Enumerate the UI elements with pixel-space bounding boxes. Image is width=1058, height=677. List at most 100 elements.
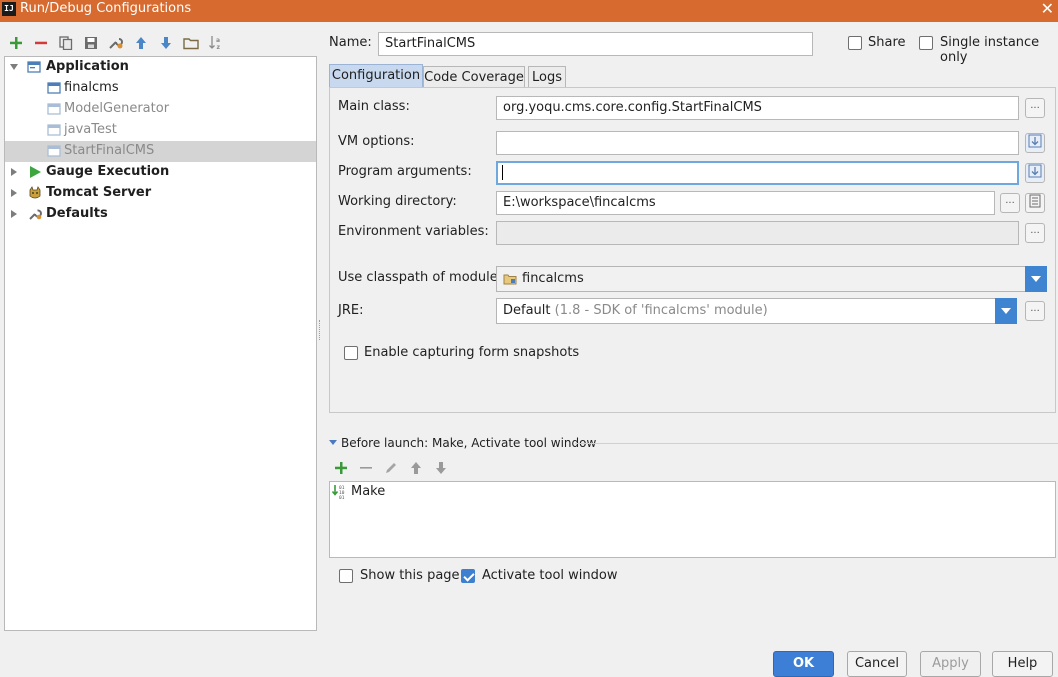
before-launch-title[interactable]: Before launch: Make, Activate tool windo… [341,436,596,450]
tree-item-defaults[interactable]: Defaults [5,204,316,225]
before-launch-list[interactable]: 01 10 01 Make [329,481,1056,558]
add-icon[interactable] [7,34,25,52]
close-window-button[interactable]: ✕ [1041,0,1054,18]
app-config-icon [47,145,61,157]
activate-tool-window-label: Activate tool window [482,568,618,583]
main-class-input[interactable]: org.yoqu.cms.core.config.StartFinalCMS [496,96,1019,120]
jre-label: JRE: [338,303,364,318]
app-config-icon [47,82,61,94]
expand-right-icon[interactable] [9,209,19,219]
enable-snapshots-label: Enable capturing form snapshots [364,345,580,360]
share-label: Share [868,35,906,50]
tree-item-tomcat-server[interactable]: Tomcat Server [5,183,316,204]
tree-item-label: Defaults [46,206,108,221]
tree-item-startfinalcms[interactable]: StartFinalCMS [5,141,316,162]
app-config-icon [47,124,61,136]
panel-splitter-handle[interactable] [318,320,322,340]
vm-options-input[interactable] [496,131,1019,155]
intellij-app-icon: IJ [2,2,16,16]
copy-icon[interactable] [57,34,75,52]
program-arguments-label: Program arguments: [338,164,472,179]
macro-list-icon [1029,194,1041,208]
section-divider [575,443,1058,444]
chevron-down-icon[interactable] [1025,266,1047,292]
jre-select[interactable]: Default (1.8 - SDK of 'fincalcms' module… [496,298,1017,324]
tree-item-modelgenerator[interactable]: ModelGenerator [5,99,316,120]
jre-browse-button[interactable]: ... [1025,301,1045,321]
tree-item-label: StartFinalCMS [64,143,155,158]
chevron-down-icon[interactable] [995,298,1017,324]
move-task-down-icon[interactable] [432,459,450,477]
svg-text:z: z [217,44,221,51]
application-icon [27,61,41,73]
sort-icon[interactable]: az [207,34,225,52]
share-checkbox[interactable] [848,36,862,50]
tree-item-application[interactable]: Application [5,57,316,78]
tree-item-label: Application [46,59,129,74]
tomcat-icon [29,186,41,199]
wrench-icon[interactable] [107,34,125,52]
expand-right-icon[interactable] [9,188,19,198]
list-item[interactable]: 01 10 01 Make [330,482,1055,502]
working-directory-label: Working directory: [338,194,457,209]
tree-item-finalcms[interactable]: finalcms [5,78,316,99]
activate-tool-window-checkbox[interactable] [461,569,475,583]
edit-task-icon[interactable] [382,459,400,477]
show-page-checkbox[interactable] [339,569,353,583]
window-title: Run/Debug Configurations [20,1,192,16]
classpath-module-select[interactable]: fincalcms [496,266,1047,292]
tree-item-gauge-execution[interactable]: Gauge Execution [5,162,316,183]
title-bar: IJ Run/Debug Configurations ✕ [0,0,1058,22]
working-directory-browse-button[interactable]: ... [1000,193,1020,213]
classpath-module-label: Use classpath of module: [338,270,503,285]
jre-value: Default [503,303,551,318]
move-up-icon[interactable] [132,34,150,52]
single-instance-label: Single instance only [940,35,1040,65]
tab-code-coverage[interactable]: Code Coverage [423,66,525,87]
single-instance-checkbox[interactable] [919,36,933,50]
jre-detail: (1.8 - SDK of 'fincalcms' module) [554,303,768,318]
remove-icon[interactable] [32,34,50,52]
configurations-tree[interactable]: Application finalcms ModelGenerator java… [4,56,317,631]
remove-task-icon[interactable] [357,459,375,477]
tab-logs[interactable]: Logs [528,66,566,87]
tab-configuration[interactable]: Configuration [329,64,423,87]
defaults-wrench-icon [29,209,42,220]
add-task-icon[interactable] [332,459,350,477]
vm-options-expand-button[interactable] [1025,133,1045,153]
name-input[interactable]: StartFinalCMS [378,32,813,56]
environment-variables-browse-button[interactable]: ... [1025,223,1045,243]
environment-variables-label: Environment variables: [338,224,489,239]
vm-options-label: VM options: [338,134,415,149]
tree-item-label: finalcms [64,80,119,95]
insert-macro-button[interactable] [1025,193,1045,213]
main-class-browse-button[interactable]: ... [1025,98,1045,118]
save-icon[interactable] [82,34,100,52]
program-arguments-expand-button[interactable] [1025,163,1045,183]
enable-snapshots-checkbox[interactable] [344,346,358,360]
apply-button[interactable]: Apply [920,651,981,677]
expand-right-icon[interactable] [9,167,19,177]
expand-field-icon [1028,164,1042,178]
tree-item-label: Tomcat Server [46,185,152,200]
working-directory-input[interactable]: E:\workspace\fincalcms [496,191,995,215]
folder-icon[interactable] [182,34,200,52]
help-button[interactable]: Help [992,651,1053,677]
tree-item-javatest[interactable]: javaTest [5,120,316,141]
name-label: Name: [329,35,372,50]
classpath-module-value: fincalcms [522,271,584,286]
cancel-button[interactable]: Cancel [847,651,907,677]
environment-variables-input[interactable] [496,221,1019,245]
collapse-section-icon[interactable] [329,440,337,445]
app-config-icon [47,103,61,115]
svg-text:01: 01 [339,495,345,500]
program-arguments-input[interactable] [496,161,1019,185]
expand-field-icon [1028,134,1042,148]
text-cursor [502,165,503,180]
svg-text:a: a [216,37,220,44]
expand-down-icon[interactable] [9,62,19,72]
module-folder-icon [503,274,517,285]
ok-button[interactable]: OK [773,651,834,677]
move-down-icon[interactable] [157,34,175,52]
move-task-up-icon[interactable] [407,459,425,477]
